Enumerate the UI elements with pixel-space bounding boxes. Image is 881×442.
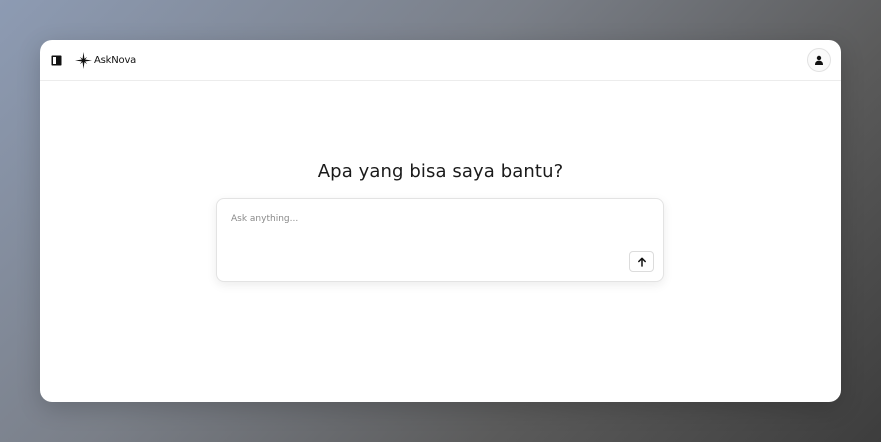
sidebar-toggle-icon — [51, 55, 61, 65]
send-button[interactable] — [629, 251, 654, 272]
sidebar-toggle-button[interactable] — [50, 54, 62, 66]
arrow-up-icon — [637, 257, 646, 267]
chat-composer — [216, 198, 664, 282]
user-icon — [815, 55, 823, 65]
main-content: Apa yang bisa saya bantu? — [40, 81, 841, 402]
app-window: AskNova Apa yang bisa saya bantu? — [40, 40, 841, 402]
page-title: Apa yang bisa saya bantu? — [317, 161, 564, 182]
brand-name: AskNova — [94, 54, 137, 66]
user-avatar-button[interactable] — [807, 48, 831, 72]
four-point-star-icon — [75, 51, 92, 69]
prompt-input[interactable] — [231, 214, 651, 244]
top-bar: AskNova — [40, 40, 841, 81]
brand[interactable]: AskNova — [75, 51, 137, 69]
